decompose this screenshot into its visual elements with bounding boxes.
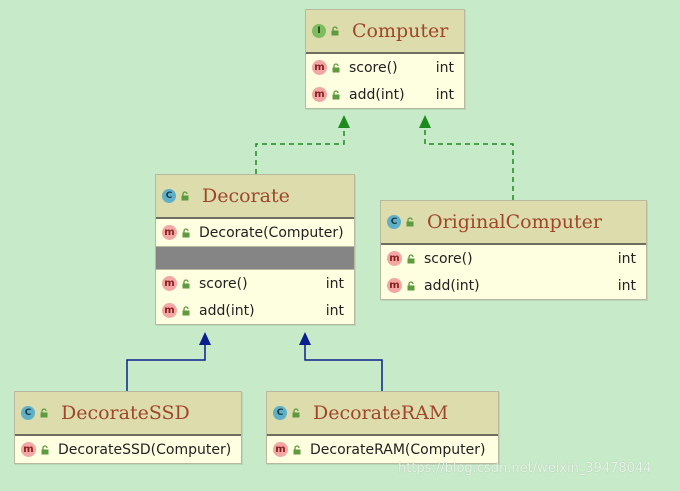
class-header: C DecorateSSD — [15, 392, 241, 436]
class-name: OriginalComputer — [427, 211, 602, 233]
method-icon: m — [162, 225, 177, 240]
class-decorate[interactable]: C Decorate m Decorate(Computer) m score(… — [155, 174, 355, 325]
class-decorate-ram[interactable]: C DecorateRAM m DecorateRAM(Computer) — [266, 391, 499, 464]
class-name: Decorate — [202, 185, 290, 207]
constructor-signature: DecorateSSD(Computer) — [58, 441, 232, 458]
method-row[interactable]: m score() int — [156, 270, 354, 297]
method-icon: m — [387, 278, 402, 293]
method-icon: m — [312, 60, 327, 75]
lock-icon — [293, 444, 301, 454]
class-icon: C — [21, 406, 35, 420]
method-icon: m — [387, 251, 402, 266]
method-signature: add(int) — [199, 302, 255, 319]
method-icon: m — [162, 276, 177, 291]
lock-icon — [292, 408, 300, 418]
constructor-signature: DecorateRAM(Computer) — [310, 441, 486, 458]
lock-icon — [332, 89, 340, 99]
method-row[interactable]: m add(int) int — [381, 272, 646, 299]
method-return-type: int — [325, 275, 344, 292]
lock-icon — [406, 217, 414, 227]
fields-compartment — [156, 246, 354, 270]
method-icon: m — [162, 303, 177, 318]
class-header: C Decorate — [156, 175, 354, 219]
class-icon: C — [387, 215, 401, 229]
lock-icon — [181, 191, 189, 201]
lock-icon — [182, 227, 190, 237]
method-icon: m — [312, 87, 327, 102]
class-header: I Computer — [306, 10, 464, 54]
lock-icon — [407, 280, 415, 290]
lock-icon — [407, 253, 415, 263]
method-row[interactable]: m add(int) int — [306, 81, 464, 108]
method-icon: m — [21, 442, 36, 457]
method-return-type: int — [325, 302, 344, 319]
method-signature: score() — [199, 275, 248, 292]
constructor-row[interactable]: m DecorateSSD(Computer) — [15, 436, 241, 463]
method-return-type: int — [435, 86, 454, 103]
method-row[interactable]: m score() int — [381, 245, 646, 272]
edge-originalcomputer-implements-computer — [424, 128, 514, 200]
interface-icon: I — [312, 24, 326, 38]
edge-decorateram-extends-decorate — [304, 345, 383, 391]
lock-icon — [331, 26, 339, 36]
constructor-signature: Decorate(Computer) — [199, 224, 344, 241]
class-name: DecorateRAM — [313, 402, 449, 424]
class-decorate-ssd[interactable]: C DecorateSSD m DecorateSSD(Computer) — [14, 391, 242, 464]
constructor-row[interactable]: m DecorateRAM(Computer) — [267, 436, 498, 463]
lock-icon — [40, 408, 48, 418]
watermark: https://blog.csdn.net/weixin_39478044 — [398, 461, 652, 476]
class-header: C DecorateRAM — [267, 392, 498, 436]
class-header: C OriginalComputer — [381, 201, 646, 245]
class-original-computer[interactable]: C OriginalComputer m score() int m add(i… — [380, 200, 647, 300]
method-signature: score() — [349, 59, 398, 76]
method-row[interactable]: m score() int — [306, 54, 464, 81]
method-return-type: int — [435, 59, 454, 76]
method-signature: add(int) — [349, 86, 405, 103]
lock-icon — [41, 444, 49, 454]
class-name: Computer — [352, 20, 449, 42]
lock-icon — [182, 278, 190, 288]
class-name: DecorateSSD — [61, 402, 190, 424]
method-signature: add(int) — [424, 277, 480, 294]
method-signature: score() — [424, 250, 473, 267]
lock-icon — [182, 305, 190, 315]
constructor-row[interactable]: m Decorate(Computer) — [156, 219, 354, 246]
implements-arrowhead — [338, 115, 350, 128]
method-return-type: int — [617, 250, 636, 267]
class-computer[interactable]: I Computer m score() int m add(int) int — [305, 9, 465, 109]
edge-decoratessd-extends-decorate — [126, 345, 206, 391]
lock-icon — [332, 62, 340, 72]
class-icon: C — [273, 406, 287, 420]
method-icon: m — [273, 442, 288, 457]
implements-arrowhead — [419, 115, 431, 128]
method-return-type: int — [617, 277, 636, 294]
extends-arrowhead — [199, 332, 211, 345]
edge-decorate-implements-computer — [255, 128, 345, 174]
method-row[interactable]: m add(int) int — [156, 297, 354, 324]
extends-arrowhead — [299, 332, 311, 345]
class-icon: C — [162, 189, 176, 203]
